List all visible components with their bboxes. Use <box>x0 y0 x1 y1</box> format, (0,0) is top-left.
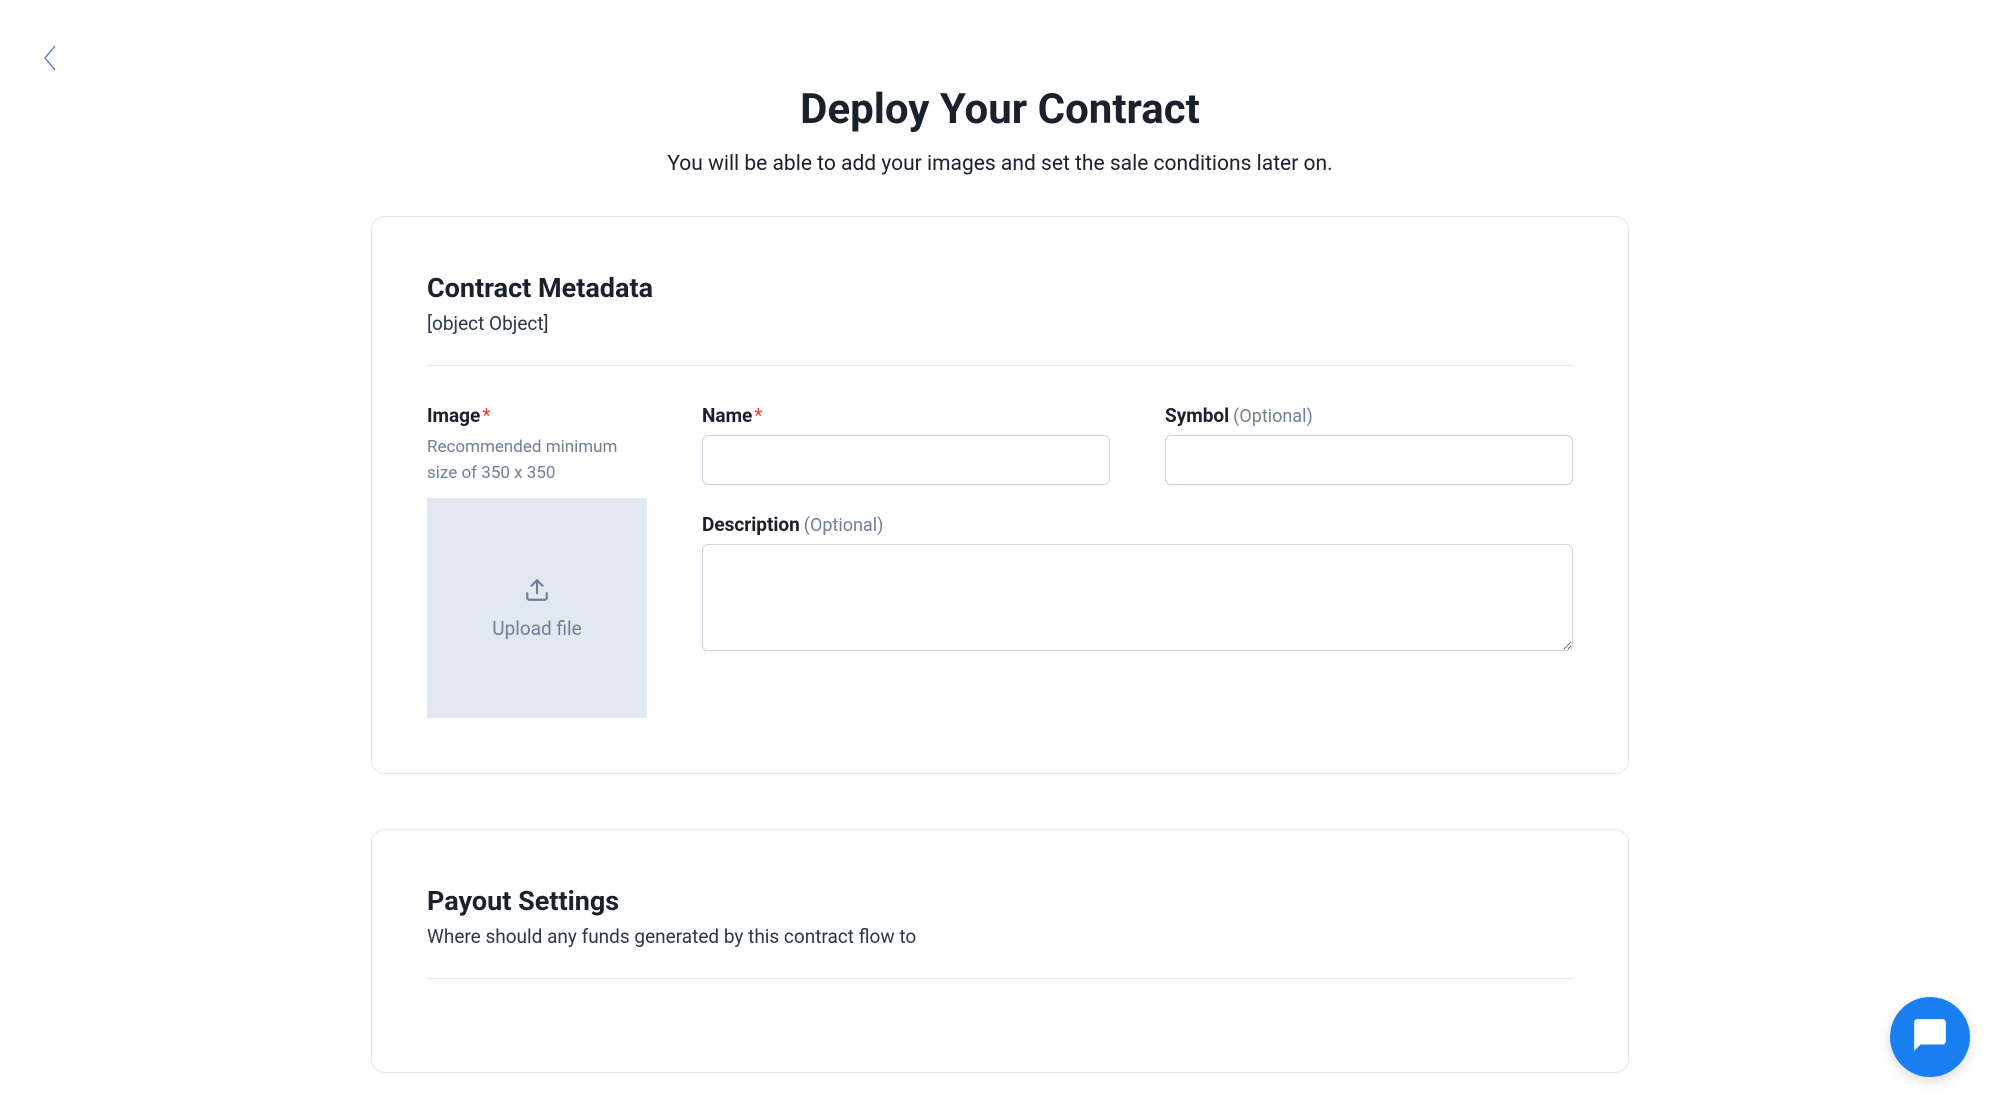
required-mark: * <box>754 404 762 427</box>
contract-metadata-card: Contract Metadata [object Object] Image*… <box>371 216 1629 774</box>
name-input[interactable] <box>702 435 1110 485</box>
chat-button[interactable] <box>1890 997 1970 1077</box>
page-header: Deploy Your Contract You will be able to… <box>0 0 2000 216</box>
payout-section-title: Payout Settings <box>427 885 1573 917</box>
chevron-left-icon <box>42 44 58 76</box>
image-helper-text: Recommended minimum size of 350 x 350 <box>427 435 647 486</box>
upload-icon <box>524 577 550 607</box>
required-mark: * <box>482 404 490 427</box>
back-button[interactable] <box>35 45 65 75</box>
divider <box>427 365 1573 366</box>
upload-file-label: Upload file <box>492 617 581 640</box>
optional-text: (Optional) <box>1233 406 1313 427</box>
symbol-input[interactable] <box>1165 435 1573 485</box>
name-label: Name* <box>702 404 1110 427</box>
page-subtitle: You will be able to add your images and … <box>0 152 2000 176</box>
chat-icon <box>1911 1016 1949 1058</box>
upload-file-dropzone[interactable]: Upload file <box>427 498 647 718</box>
metadata-section-title: Contract Metadata <box>427 272 1573 304</box>
name-field-group: Name* <box>702 404 1110 485</box>
image-label: Image* <box>427 404 647 427</box>
image-field-group: Image* Recommended minimum size of 350 x… <box>427 404 647 718</box>
divider <box>427 978 1573 979</box>
metadata-section-description: [object Object] <box>427 312 1573 335</box>
payout-section-description: Where should any funds generated by this… <box>427 925 1573 948</box>
payout-settings-card: Payout Settings Where should any funds g… <box>371 829 1629 1073</box>
page-title: Deploy Your Contract <box>0 85 2000 134</box>
description-input[interactable] <box>702 544 1573 651</box>
symbol-label: Symbol(Optional) <box>1165 404 1573 427</box>
description-field-group: Description(Optional) <box>702 513 1573 655</box>
description-label: Description(Optional) <box>702 513 1573 536</box>
symbol-field-group: Symbol(Optional) <box>1165 404 1573 485</box>
optional-text: (Optional) <box>804 515 884 536</box>
